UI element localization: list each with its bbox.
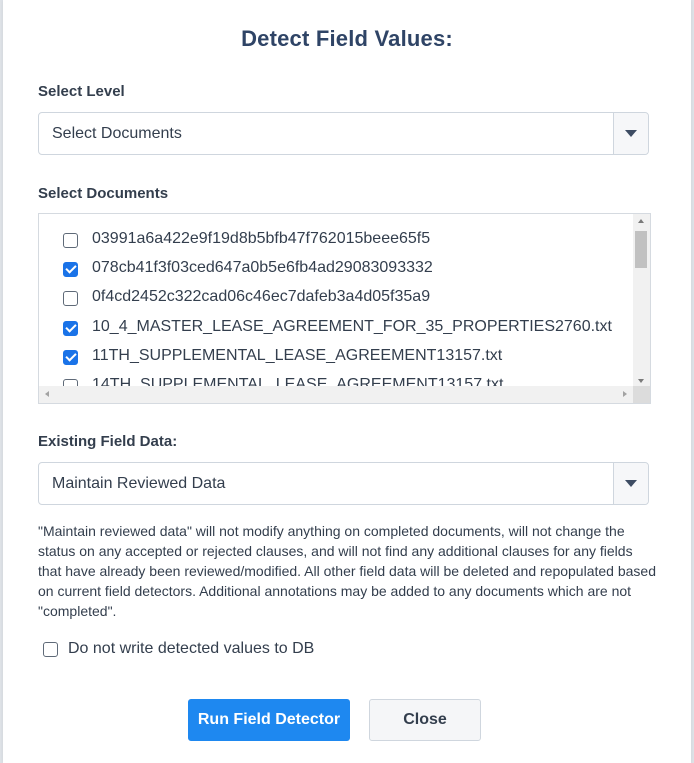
dropdown-toggle[interactable]: [613, 113, 648, 154]
caret-down-icon: [625, 130, 637, 137]
scrollbar-thumb[interactable]: [635, 231, 647, 268]
close-button[interactable]: Close: [369, 699, 481, 741]
scrollbar-corner: [633, 386, 650, 403]
documents-list: 03991a6a422e9f19d8b5bfb47f762015beee65f5…: [39, 214, 633, 388]
document-checkbox[interactable]: [63, 350, 78, 365]
no-write-checkbox[interactable]: [43, 642, 58, 657]
caret-down-icon: [625, 480, 637, 487]
document-checkbox[interactable]: [63, 262, 78, 277]
no-write-label: Do not write detected values to DB: [68, 640, 315, 657]
existing-field-data-value: Maintain Reviewed Data: [52, 475, 226, 492]
vertical-scrollbar[interactable]: [633, 214, 650, 388]
scroll-right-icon[interactable]: [623, 391, 627, 397]
documents-listbox[interactable]: 03991a6a422e9f19d8b5bfb47f762015beee65f5…: [38, 213, 651, 404]
document-name: 078cb41f3f03ced647a0b5e6fb4ad29083093332: [92, 259, 433, 276]
existing-field-data-label: Existing Field Data:: [38, 433, 178, 450]
document-checkbox[interactable]: [63, 291, 78, 306]
dialog-title: Detect Field Values:: [241, 26, 453, 51]
select-documents-label: Select Documents: [38, 185, 169, 202]
scroll-down-icon[interactable]: [638, 379, 644, 383]
document-checkbox[interactable]: [63, 321, 78, 336]
dropdown-toggle[interactable]: [613, 463, 648, 504]
document-name: 11TH_SUPPLEMENTAL_LEASE_AGREEMENT13157.t…: [92, 347, 503, 364]
select-level-dropdown[interactable]: Select Documents: [38, 112, 649, 155]
document-checkbox[interactable]: [63, 233, 78, 248]
existing-field-data-dropdown[interactable]: Maintain Reviewed Data: [38, 462, 649, 505]
document-name: 03991a6a422e9f19d8b5bfb47f762015beee65f5: [92, 230, 431, 247]
select-level-value: Select Documents: [52, 125, 182, 142]
scroll-left-icon[interactable]: [45, 391, 49, 397]
detect-field-values-dialog: Detect Field Values: Select Level Select…: [3, 0, 691, 763]
document-name: 0f4cd2452c322cad06c46ec7dafeb3a4d05f35a9: [92, 288, 431, 305]
existing-field-data-description: "Maintain reviewed data" will not modify…: [38, 523, 656, 619]
horizontal-scrollbar[interactable]: [39, 386, 633, 403]
document-name: 10_4_MASTER_LEASE_AGREEMENT_FOR_35_PROPE…: [92, 318, 612, 335]
scroll-up-icon[interactable]: [638, 219, 644, 223]
select-level-label: Select Level: [38, 83, 125, 100]
run-field-detector-button[interactable]: Run Field Detector: [188, 699, 350, 741]
